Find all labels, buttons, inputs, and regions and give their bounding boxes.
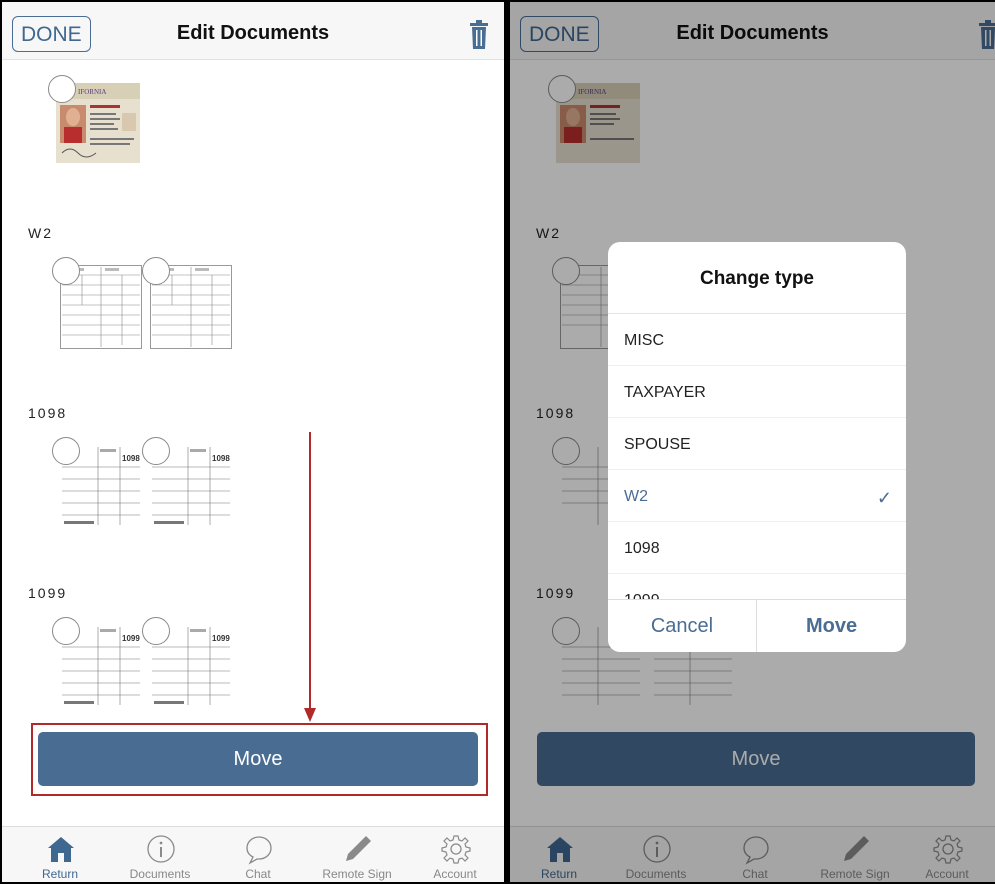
dialog-title: Change type xyxy=(699,268,815,289)
section-label-1099: 1099 xyxy=(28,585,68,601)
section-label-1098: 1098 xyxy=(28,405,68,421)
svg-text:1098: 1098 xyxy=(212,454,230,463)
svg-text:1099: 1099 xyxy=(212,634,230,643)
type-option-selected[interactable]: W2 ✓ xyxy=(608,470,906,522)
type-option[interactable]: 1099 xyxy=(608,574,906,599)
pencil-icon xyxy=(346,836,371,861)
left-screen: DONE Edit Documents IFORNIA W2 1098 1098… xyxy=(2,2,504,882)
move-button[interactable]: Move xyxy=(38,732,478,786)
select-circle[interactable] xyxy=(52,257,80,285)
select-circle[interactable] xyxy=(48,75,76,103)
option-label: 1098 xyxy=(624,540,660,557)
dialog-move-button[interactable]: Move xyxy=(757,600,906,652)
option-label: W2 xyxy=(624,488,648,505)
checkmark-icon: ✓ xyxy=(876,488,892,508)
select-circle[interactable] xyxy=(142,257,170,285)
tab-label: Documents xyxy=(129,867,191,881)
tab-label: Account xyxy=(433,867,477,881)
tab-remote-sign[interactable]: Remote Sign xyxy=(309,827,405,882)
svg-text:IFORNIA: IFORNIA xyxy=(78,88,106,96)
tab-account[interactable]: Account xyxy=(407,827,503,882)
dialog-actions: Cancel Move xyxy=(608,599,906,652)
svg-text:1099: 1099 xyxy=(122,634,140,643)
tab-documents[interactable]: Documents xyxy=(112,827,208,882)
tab-chat[interactable]: Chat xyxy=(210,827,306,882)
type-option[interactable]: TAXPAYER xyxy=(608,366,906,418)
document-thumbnail[interactable]: 1099 xyxy=(142,617,232,709)
option-label: TAXPAYER xyxy=(624,384,706,401)
option-label: SPOUSE xyxy=(624,436,691,453)
select-circle[interactable] xyxy=(52,437,80,465)
cancel-button[interactable]: Cancel xyxy=(608,600,757,652)
chat-bubble-icon xyxy=(246,836,272,865)
select-circle[interactable] xyxy=(142,437,170,465)
type-option-list: MISC TAXPAYER SPOUSE W2 ✓ 1098 1099 xyxy=(608,314,906,599)
tab-label: Chat xyxy=(245,867,271,881)
page-title: Edit Documents xyxy=(176,22,330,44)
option-label: 1099 xyxy=(624,592,660,599)
tab-label: Remote Sign xyxy=(322,867,392,881)
svg-text:1098: 1098 xyxy=(122,454,140,463)
change-type-dialog: Change type MISC TAXPAYER SPOUSE W2 ✓ 10… xyxy=(608,242,906,652)
tab-label: Return xyxy=(41,867,79,881)
document-thumbnail[interactable]: 1099 xyxy=(52,617,142,709)
gear-icon xyxy=(441,835,471,864)
info-icon xyxy=(147,835,175,863)
type-option[interactable]: SPOUSE xyxy=(608,418,906,470)
document-thumbnail[interactable]: 1098 xyxy=(142,437,232,529)
home-icon xyxy=(48,837,74,862)
type-option[interactable]: 1098 xyxy=(608,522,906,574)
document-list: IFORNIA W2 1098 1098 1098 1099 1099 1099 xyxy=(2,61,504,831)
id-card-thumbnail[interactable]: IFORNIA xyxy=(48,75,140,163)
trash-icon[interactable] xyxy=(468,18,490,50)
document-thumbnail[interactable] xyxy=(142,257,232,349)
section-label-w2: W2 xyxy=(28,225,53,241)
select-circle[interactable] xyxy=(52,617,80,645)
tab-return[interactable]: Return xyxy=(12,827,108,882)
annotation-arrow xyxy=(304,432,316,722)
tab-bar: Return Documents Chat Remote Sign Accoun… xyxy=(2,826,504,882)
right-screen: DONE Edit Documents IFORNIA W2 1098 1099… xyxy=(510,2,995,882)
select-circle[interactable] xyxy=(142,617,170,645)
type-option[interactable]: MISC xyxy=(608,314,906,366)
document-thumbnail[interactable]: 1098 xyxy=(52,437,142,529)
option-label: MISC xyxy=(624,332,664,349)
document-thumbnail[interactable] xyxy=(52,257,142,349)
nav-header: DONE Edit Documents xyxy=(2,2,504,60)
